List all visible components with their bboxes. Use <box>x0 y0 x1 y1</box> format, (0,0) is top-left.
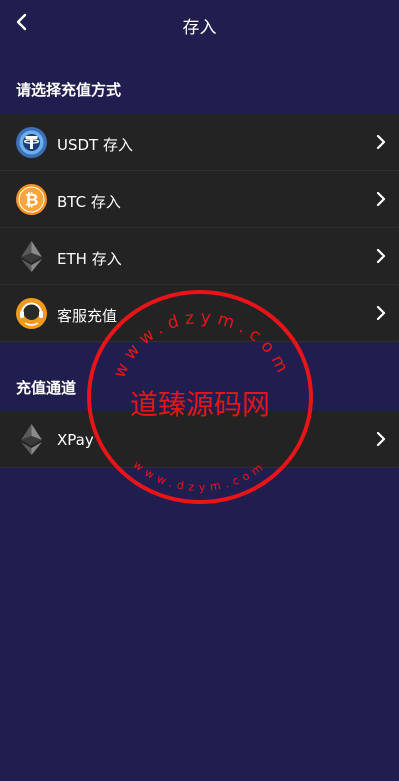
top-bar: 存入 <box>0 0 399 48</box>
channel-item-xpay[interactable]: XPay <box>0 411 399 468</box>
ethereum-icon <box>21 241 42 272</box>
deposit-section-title: 请选择充值方式 <box>16 81 122 99</box>
chevron-right-icon <box>376 305 386 321</box>
deposit-item-customer-service[interactable]: 客服充值 <box>0 285 399 342</box>
channel-list: XPay <box>0 411 399 468</box>
deposit-item-label: BTC 存入 <box>57 193 121 211</box>
deposit-item-label: USDT 存入 <box>57 136 133 154</box>
ethereum-icon <box>21 424 42 455</box>
deposit-item-label: ETH 存入 <box>57 250 122 268</box>
tether-icon <box>16 127 47 158</box>
channel-item-label: XPay <box>57 431 94 449</box>
deposit-item-usdt[interactable]: USDT 存入 <box>0 114 399 171</box>
deposit-item-label: 客服充值 <box>57 307 118 325</box>
chevron-right-icon <box>376 431 386 447</box>
chevron-right-icon <box>376 191 386 207</box>
customer-service-icon <box>16 298 47 329</box>
deposit-item-eth[interactable]: ETH 存入 <box>0 228 399 285</box>
deposit-item-btc[interactable]: ₿ BTC 存入 <box>0 171 399 228</box>
chevron-right-icon <box>376 248 386 264</box>
deposit-method-list: USDT 存入 ₿ BTC 存入 ETH 存入 客服充值 <box>0 114 399 342</box>
bitcoin-icon: ₿ <box>16 184 47 215</box>
page-title: 存入 <box>182 18 217 38</box>
svg-text:₿: ₿ <box>25 191 39 211</box>
chevron-right-icon <box>376 134 386 150</box>
channel-section-title: 充值通道 <box>16 379 77 397</box>
